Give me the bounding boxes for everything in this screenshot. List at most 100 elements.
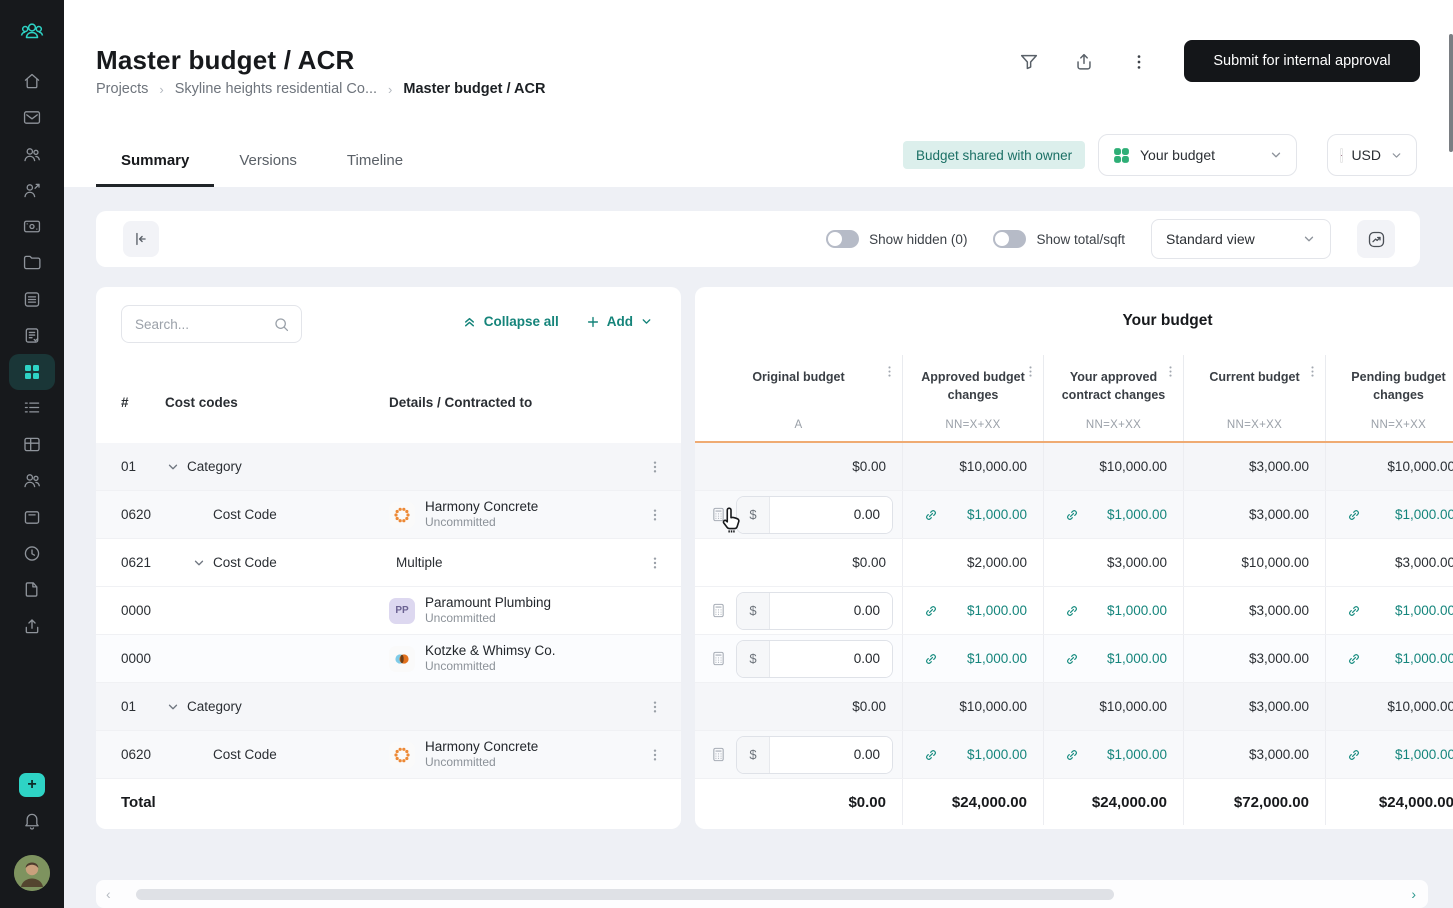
- scrollbar-thumb[interactable]: [135, 888, 1114, 900]
- folder-icon[interactable]: [22, 252, 43, 273]
- calculator-icon[interactable]: [710, 506, 727, 523]
- inbox-icon[interactable]: [22, 107, 43, 128]
- show-total-toggle[interactable]: [993, 230, 1027, 248]
- chevron-down-icon[interactable]: [165, 699, 181, 715]
- breadcrumb-current: Master budget / ACR: [403, 81, 546, 97]
- breadcrumb-project-name[interactable]: Skyline heights residential Co...: [175, 81, 377, 97]
- link-icon[interactable]: [1064, 651, 1080, 667]
- notifications-icon[interactable]: [22, 810, 43, 831]
- link-icon[interactable]: [923, 747, 939, 763]
- chart-view-button[interactable]: [1357, 220, 1395, 258]
- more-menu-icon[interactable]: [1122, 48, 1156, 76]
- collapse-all-link[interactable]: Collapse all: [462, 314, 559, 329]
- quick-add-button[interactable]: +: [19, 773, 45, 797]
- amount-input[interactable]: [770, 736, 892, 773]
- submit-approval-button[interactable]: Submit for internal approval: [1184, 40, 1420, 82]
- link-icon[interactable]: [1064, 507, 1080, 523]
- row-menu-icon[interactable]: [647, 699, 663, 715]
- company-logo-icon[interactable]: [17, 18, 47, 46]
- calculator-icon[interactable]: [710, 602, 727, 619]
- amount: $3,000.00: [1248, 699, 1309, 714]
- budget-selector[interactable]: Your budget: [1098, 134, 1297, 176]
- estimate-icon[interactable]: [22, 325, 43, 346]
- row-menu-icon[interactable]: [647, 555, 663, 571]
- task-list-icon[interactable]: [22, 397, 43, 418]
- row-menu-icon[interactable]: [647, 459, 663, 475]
- column-menu-icon[interactable]: [1305, 364, 1320, 379]
- amount-input[interactable]: [770, 640, 892, 677]
- filter-icon[interactable]: [1012, 48, 1046, 76]
- scrollbar-track[interactable]: [125, 888, 1398, 900]
- calculator-icon[interactable]: [710, 746, 727, 763]
- linked-amount[interactable]: $1,000.00: [1395, 747, 1453, 762]
- chevron-down-icon[interactable]: [191, 555, 207, 571]
- payments-icon[interactable]: [22, 216, 43, 237]
- link-icon[interactable]: [1346, 651, 1362, 667]
- tab-timeline[interactable]: Timeline: [322, 133, 428, 187]
- row-menu-icon[interactable]: [647, 747, 663, 763]
- collapse-panel-button[interactable]: [123, 221, 159, 257]
- linked-amount[interactable]: $1,000.00: [1395, 603, 1453, 618]
- linked-amount[interactable]: $1,000.00: [967, 747, 1027, 762]
- home-icon[interactable]: [22, 71, 43, 92]
- link-icon[interactable]: [1064, 603, 1080, 619]
- user-avatar[interactable]: [14, 855, 50, 891]
- scroll-left-icon[interactable]: ‹: [106, 886, 111, 902]
- link-icon[interactable]: [923, 651, 939, 667]
- column-menu-icon[interactable]: [882, 364, 897, 379]
- share-export-icon[interactable]: [1067, 48, 1101, 76]
- link-icon[interactable]: [1064, 747, 1080, 763]
- cost-row: 01 Category: [96, 683, 681, 731]
- link-icon[interactable]: [923, 507, 939, 523]
- amount-input[interactable]: [770, 496, 892, 533]
- column-menu-icon[interactable]: [1023, 364, 1038, 379]
- search-box[interactable]: [121, 305, 302, 343]
- budget-cell: $10,000.00: [1184, 539, 1326, 586]
- search-input[interactable]: [133, 315, 265, 333]
- tab-summary[interactable]: Summary: [96, 133, 215, 187]
- add-button[interactable]: Add: [586, 314, 653, 329]
- calculator-icon[interactable]: [710, 650, 727, 667]
- total-contract: $24,000.00: [1044, 779, 1184, 825]
- linked-amount[interactable]: $1,000.00: [1107, 603, 1167, 618]
- link-icon[interactable]: [1346, 603, 1362, 619]
- browser-scrollbar-thumb[interactable]: [1449, 34, 1453, 152]
- chevron-down-icon[interactable]: [165, 459, 181, 475]
- breadcrumb-projects[interactable]: Projects: [96, 81, 148, 97]
- scroll-right-icon[interactable]: ›: [1411, 886, 1416, 902]
- column-approved-changes: Approved budget changes NN=X+XX: [903, 355, 1044, 441]
- view-selector[interactable]: Standard view: [1151, 219, 1331, 259]
- link-icon[interactable]: [923, 603, 939, 619]
- team-icon[interactable]: [22, 144, 43, 165]
- document-list-icon[interactable]: [22, 289, 43, 310]
- linked-amount[interactable]: $1,000.00: [1107, 651, 1167, 666]
- currency-prefix: $: [737, 496, 770, 533]
- link-icon[interactable]: [1346, 747, 1362, 763]
- contact-share-icon[interactable]: [22, 180, 43, 201]
- tab-versions[interactable]: Versions: [214, 133, 322, 187]
- show-total-toggle-group: Show total/sqft: [993, 230, 1125, 248]
- column-menu-icon[interactable]: [1163, 364, 1178, 379]
- row-detail: Harmony Concrete Uncommitted: [384, 499, 681, 531]
- linked-amount[interactable]: $1,000.00: [967, 651, 1027, 666]
- linked-amount[interactable]: $1,000.00: [967, 603, 1027, 618]
- members-icon[interactable]: [22, 470, 43, 491]
- link-icon[interactable]: [1346, 507, 1362, 523]
- archive-icon[interactable]: [22, 507, 43, 528]
- amount-input[interactable]: [770, 592, 892, 629]
- spreadsheet-icon[interactable]: [22, 434, 43, 455]
- currency-selector[interactable]: USD: [1327, 134, 1417, 176]
- row-menu-icon[interactable]: [647, 507, 663, 523]
- file-icon[interactable]: [22, 579, 43, 600]
- budget-grid-icon-active[interactable]: [9, 354, 55, 390]
- linked-amount[interactable]: $1,000.00: [967, 507, 1027, 522]
- history-icon[interactable]: [22, 543, 43, 564]
- linked-amount[interactable]: $1,000.00: [1107, 747, 1167, 762]
- amount: $3,000.00: [1106, 555, 1167, 570]
- linked-amount[interactable]: $1,000.00: [1395, 507, 1453, 522]
- export-icon[interactable]: [22, 616, 43, 637]
- linked-amount[interactable]: $1,000.00: [1107, 507, 1167, 522]
- show-hidden-toggle[interactable]: [826, 230, 860, 248]
- budget-cell: $: [695, 587, 903, 634]
- linked-amount[interactable]: $1,000.00: [1395, 651, 1453, 666]
